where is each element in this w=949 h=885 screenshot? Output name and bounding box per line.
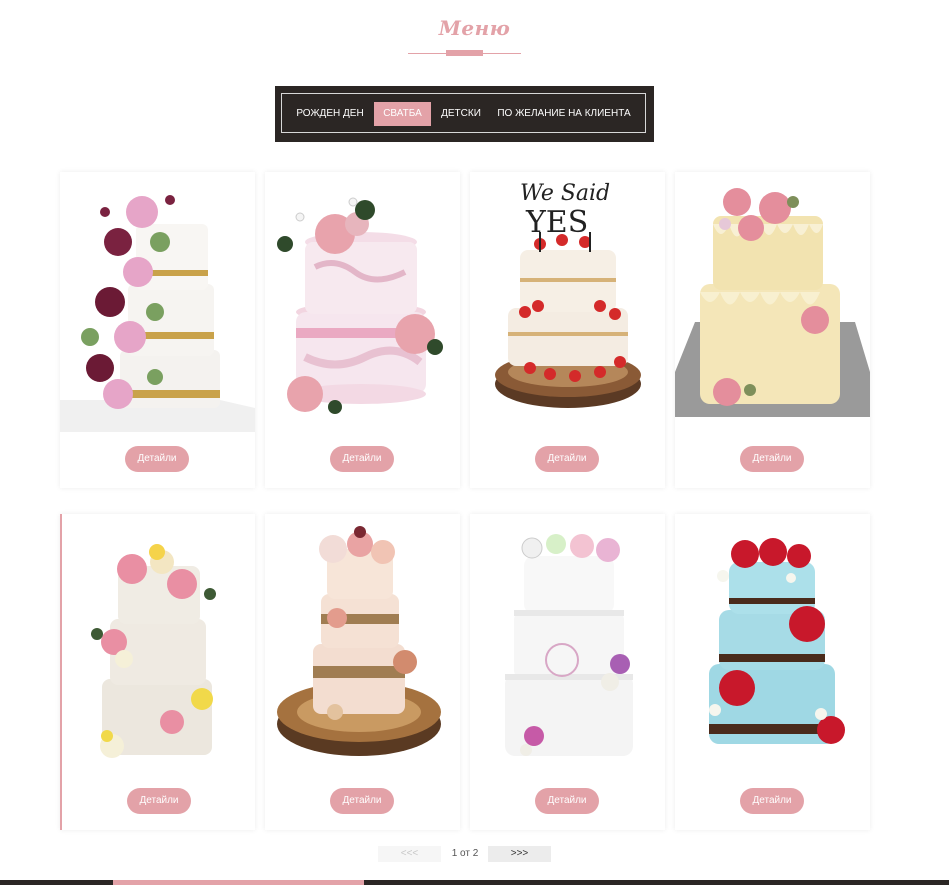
- pagination-prev[interactable]: <<<: [378, 846, 441, 862]
- cake-card: Детайли: [675, 514, 870, 830]
- pagination-next[interactable]: >>>: [488, 846, 551, 862]
- cake-blue-drip-roses-icon[interactable]: [675, 514, 870, 774]
- pagination-info: 1 от 2: [451, 848, 479, 859]
- cake-card: Детайли: [675, 172, 870, 488]
- cake-we-said-yes-icon[interactable]: We Said YES: [470, 172, 665, 432]
- footer-accent: [113, 880, 364, 885]
- details-button[interactable]: Детайли: [535, 788, 599, 814]
- category-filter-frame: РОЖДЕН ДЕН СВАТБА ДЕТСКИ ПО ЖЕЛАНИЕ НА К…: [281, 93, 646, 133]
- tab-kids[interactable]: ДЕТСКИ: [438, 102, 484, 126]
- category-filter: РОЖДЕН ДЕН СВАТБА ДЕТСКИ ПО ЖЕЛАНИЕ НА К…: [275, 86, 654, 142]
- details-button[interactable]: Детайли: [125, 446, 189, 472]
- tab-birthday[interactable]: РОЖДЕН ДЕН: [294, 102, 366, 126]
- details-button[interactable]: Детайли: [330, 788, 394, 814]
- details-button[interactable]: Детайли: [740, 788, 804, 814]
- svg-text:YES: YES: [525, 205, 588, 240]
- cake-card: Детайли: [470, 514, 665, 830]
- details-button[interactable]: Детайли: [127, 788, 191, 814]
- details-button[interactable]: Детайли: [330, 446, 394, 472]
- cake-card: Детайли: [265, 514, 460, 830]
- cake-white-fondant-icon[interactable]: [470, 514, 665, 774]
- cake-rustic-wood-icon[interactable]: [265, 514, 460, 774]
- section-title: Меню: [438, 16, 511, 40]
- details-button[interactable]: Детайли: [535, 446, 599, 472]
- cake-card: Детайли: [265, 172, 460, 488]
- tab-custom[interactable]: ПО ЖЕЛАНИЕ НА КЛИЕНТА: [494, 102, 634, 126]
- cake-flower-cascade-icon[interactable]: [60, 172, 255, 432]
- cake-card: We Said YES Детайли: [470, 172, 665, 488]
- details-button[interactable]: Детайли: [740, 446, 804, 472]
- cake-pink-marble-icon[interactable]: [265, 172, 460, 432]
- svg-text:We Said: We Said: [520, 181, 610, 206]
- cake-card: Детайли: [60, 514, 255, 830]
- title-accent-bar: [446, 50, 483, 56]
- cake-cream-drip-icon[interactable]: [675, 172, 870, 432]
- tab-wedding[interactable]: СВАТБА: [374, 102, 431, 126]
- cake-card: Детайли: [60, 172, 255, 488]
- cake-semi-naked-flowers-icon[interactable]: [62, 514, 257, 774]
